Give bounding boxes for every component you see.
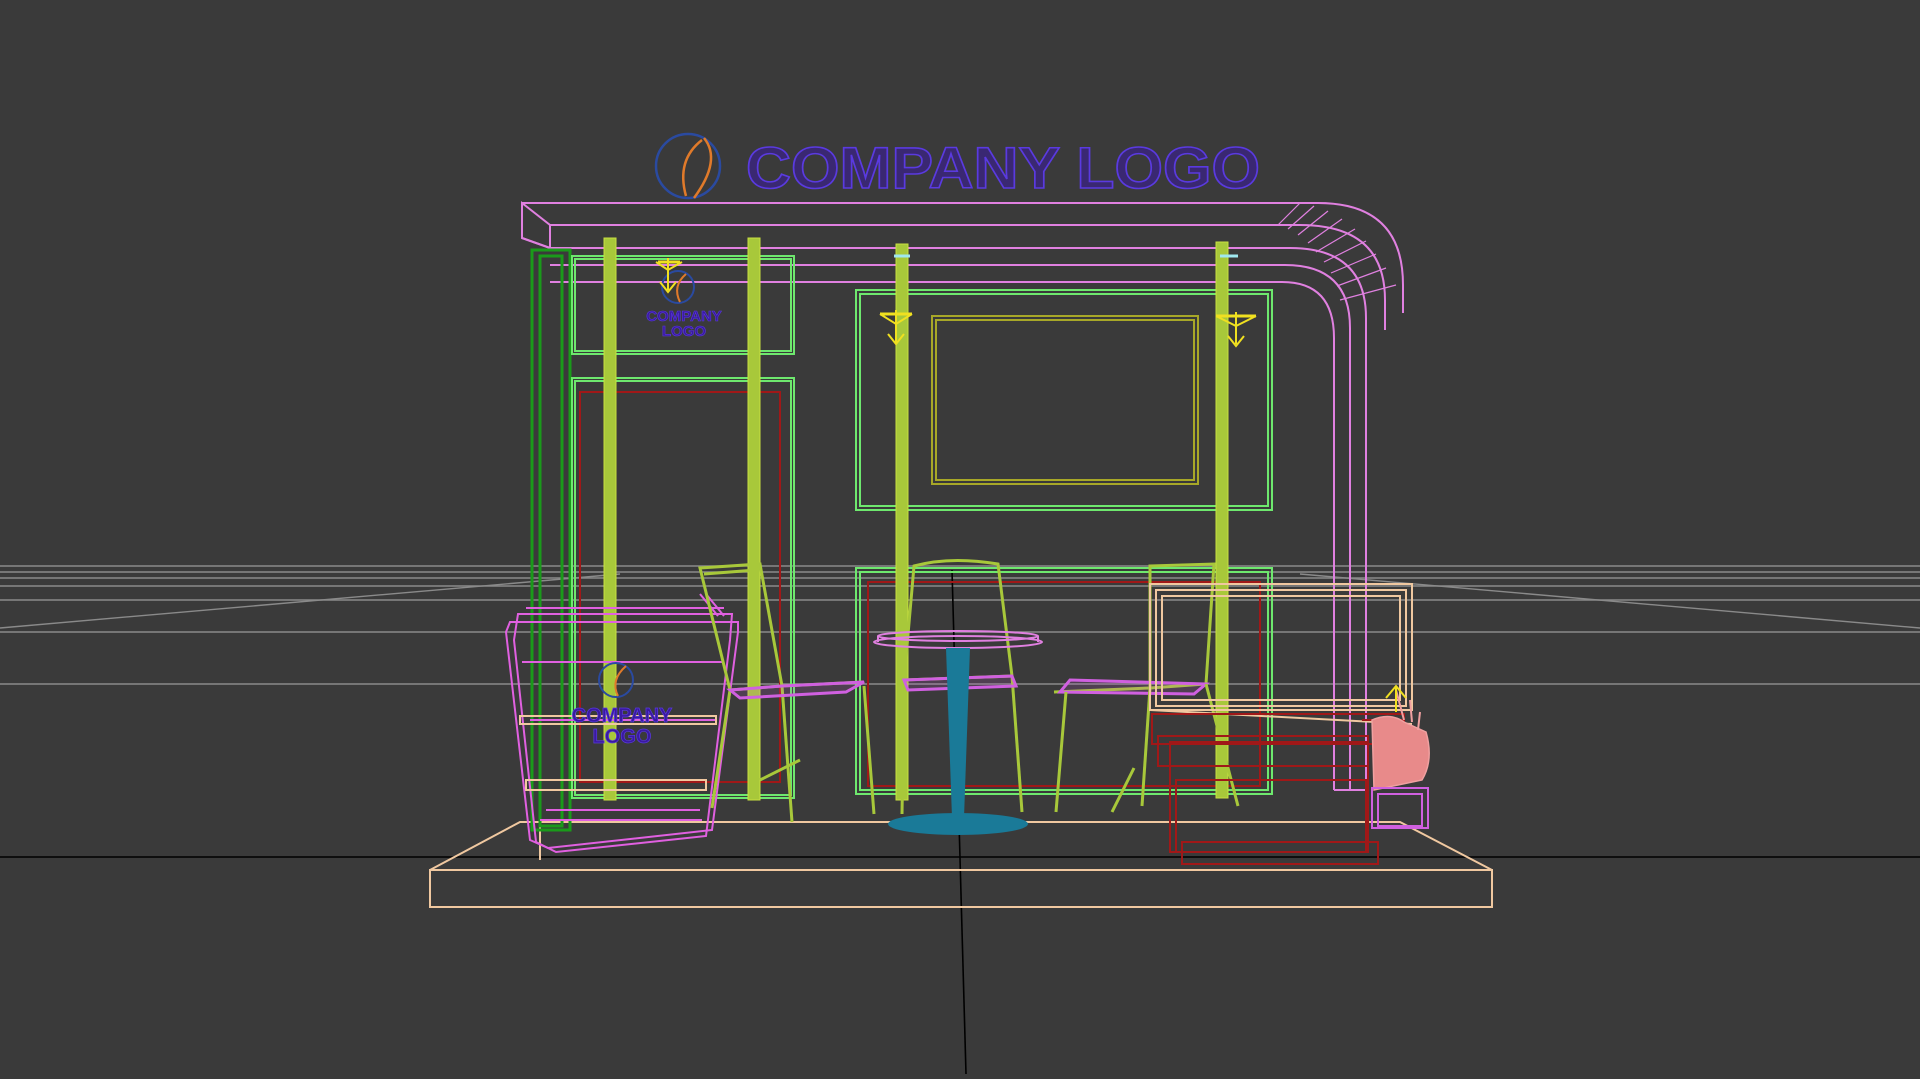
chair-right[interactable] xyxy=(1053,562,1240,813)
counter-logo-line2: LOGO xyxy=(593,726,652,748)
wireframe-scene[interactable]: COMPANY LOGO COMPANY LOGO COMPANY LOGO xyxy=(0,0,1920,1075)
circle-swoosh-icon xyxy=(661,270,695,304)
circle-swoosh-icon xyxy=(654,132,722,200)
chair-left[interactable] xyxy=(698,562,876,823)
tv-wall-panel[interactable] xyxy=(855,289,1273,511)
counter-logo: COMPANY LOGO xyxy=(571,662,673,748)
storage-cabinet[interactable] xyxy=(1149,583,1413,725)
tv-screen[interactable] xyxy=(931,315,1199,485)
main-logo[interactable]: COMPANY LOGO xyxy=(654,132,1261,202)
counter-logo-line1: COMPANY xyxy=(572,705,673,727)
roof-corner-ribs xyxy=(1277,202,1397,301)
3d-viewport[interactable]: COMPANY LOGO COMPANY LOGO COMPANY LOGO xyxy=(0,0,1920,1075)
left-green-post[interactable] xyxy=(530,248,572,832)
main-logo-text: COMPANY LOGO xyxy=(746,136,1260,201)
potted-plant[interactable] xyxy=(1371,684,1430,829)
wall-logo-line2: LOGO xyxy=(662,323,706,340)
